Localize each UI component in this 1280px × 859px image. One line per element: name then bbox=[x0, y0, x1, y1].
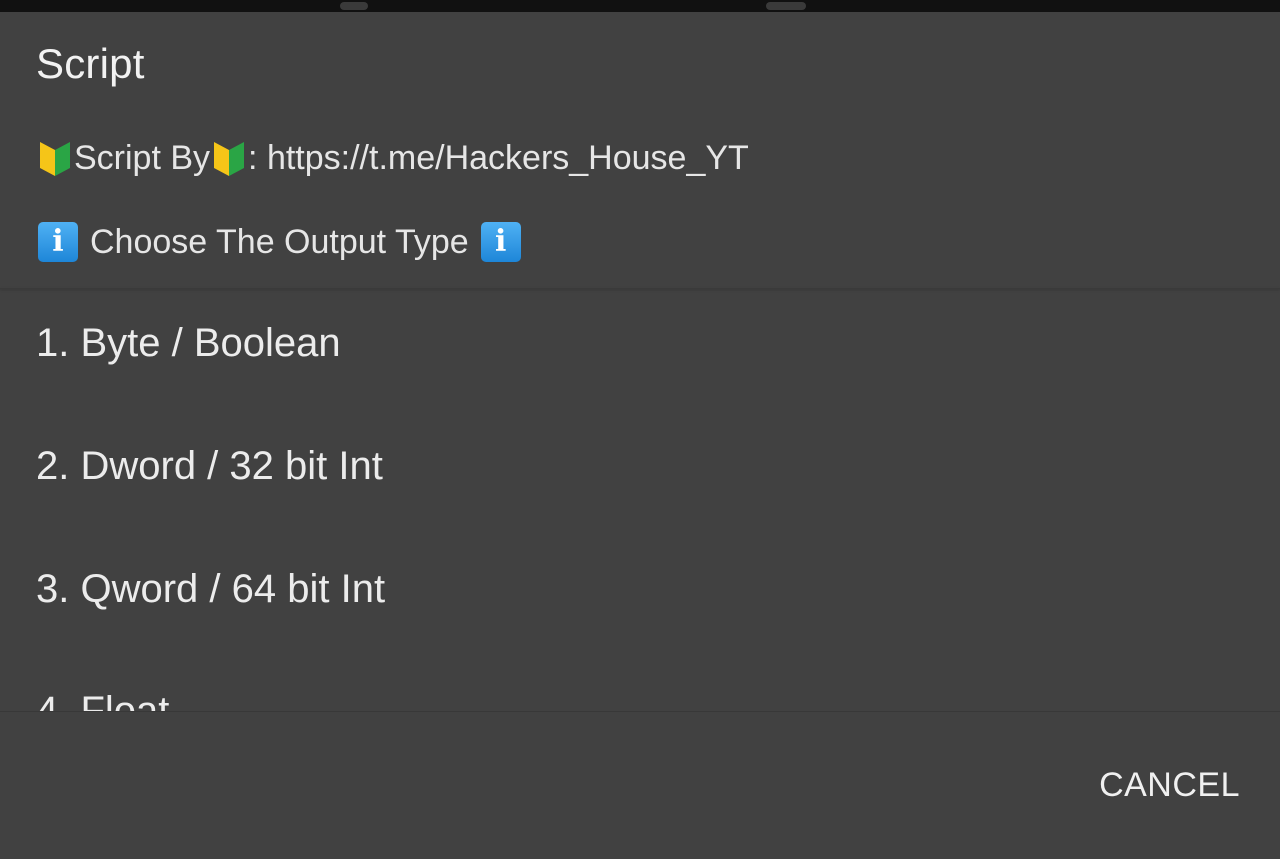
actions-divider bbox=[0, 711, 1280, 712]
script-dialog: Script Script By : https://t.me/Hackers_… bbox=[0, 12, 1280, 859]
status-indicator bbox=[340, 2, 368, 10]
option-dword-32bit[interactable]: 2. Dword / 32 bit Int bbox=[36, 444, 383, 489]
option-float[interactable]: 4. Float bbox=[36, 689, 169, 711]
status-bar bbox=[0, 0, 1280, 12]
information-icon: i bbox=[480, 222, 521, 262]
options-list[interactable]: 1. Byte / Boolean 2. Dword / 32 bit Int … bbox=[0, 289, 1280, 711]
status-indicator bbox=[766, 2, 806, 10]
option-byte-boolean[interactable]: 1. Byte / Boolean bbox=[36, 321, 341, 366]
option-qword-64bit[interactable]: 3. Qword / 64 bit Int bbox=[36, 567, 385, 612]
japanese-beginner-symbol-icon bbox=[40, 142, 70, 176]
dialog-title: Script bbox=[36, 40, 145, 87]
credit-separator: : bbox=[248, 138, 267, 177]
information-icon: i bbox=[38, 222, 78, 262]
credit-link[interactable]: https://t.me/Hackers_House_YT bbox=[267, 139, 749, 178]
prompt-text: Choose The Output Type bbox=[90, 222, 469, 261]
credit-label: Script By bbox=[74, 138, 211, 177]
cancel-button[interactable]: CANCEL bbox=[1099, 766, 1240, 805]
credit-line: Script By : https://t.me/Hackers_House_Y… bbox=[36, 138, 749, 178]
prompt-line: i Choose The Output Type i bbox=[36, 222, 523, 262]
japanese-beginner-symbol-icon bbox=[214, 142, 245, 176]
